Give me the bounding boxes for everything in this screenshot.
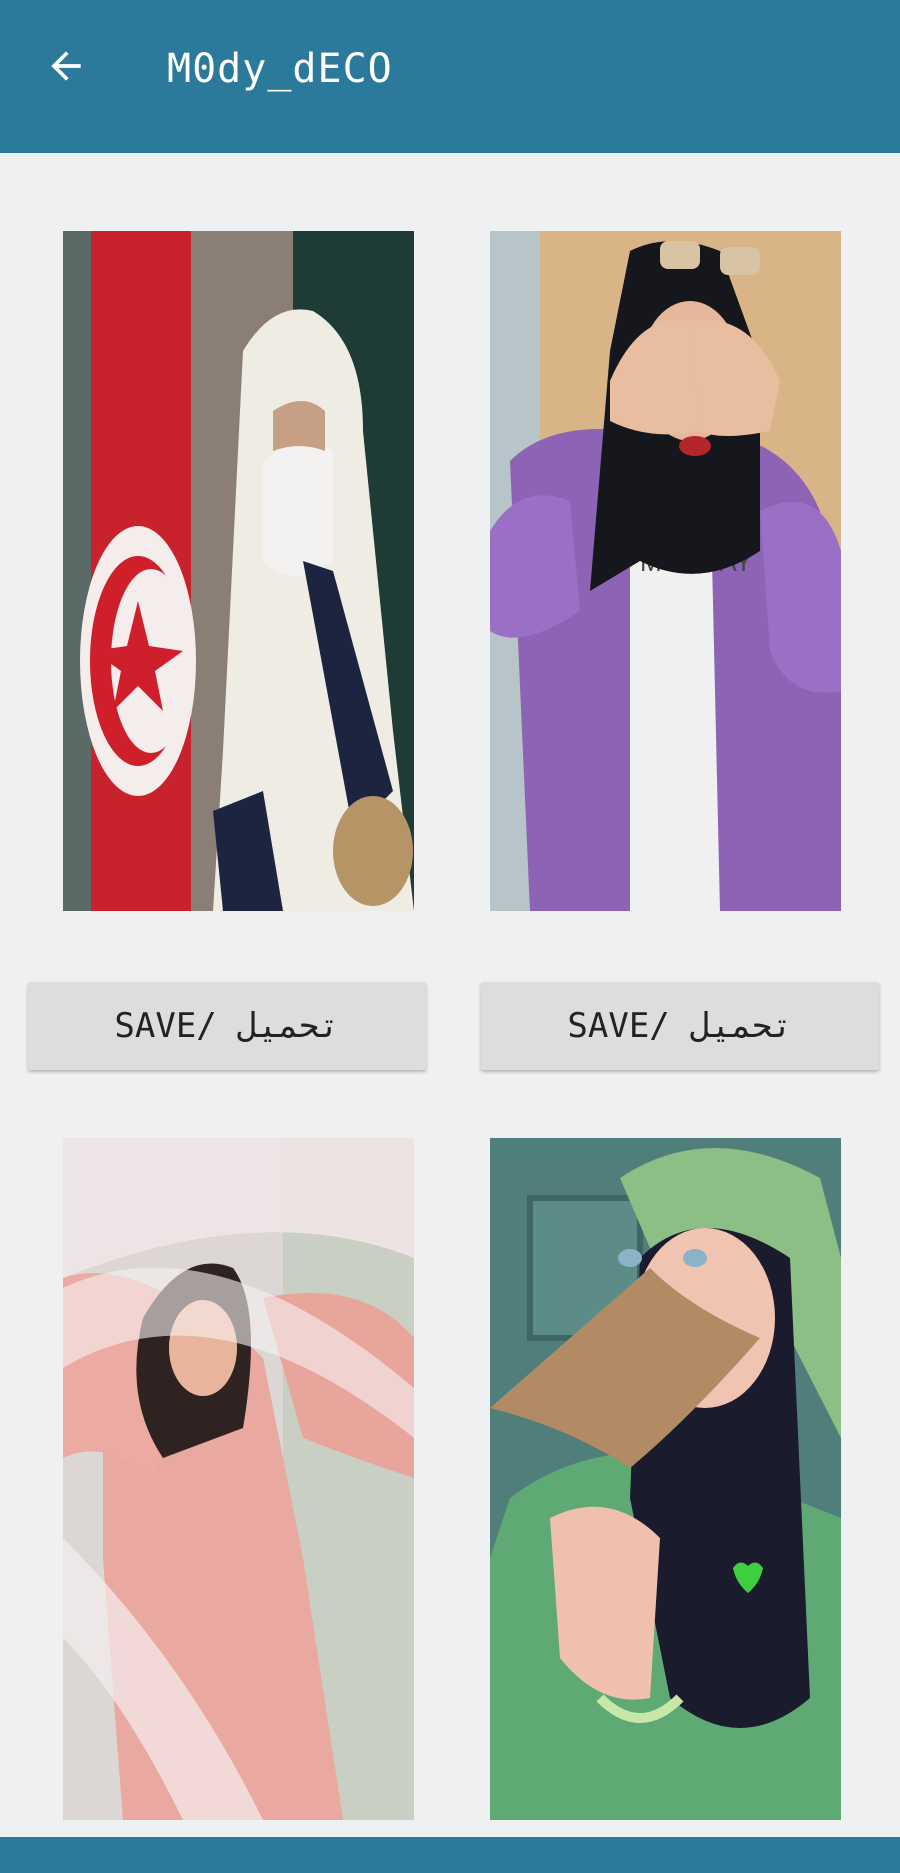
app-bar: M0dy_dECO xyxy=(0,0,900,153)
save-button-2[interactable]: SAVE/ تحميل xyxy=(481,982,879,1070)
save-button-1[interactable]: SAVE/ تحميل xyxy=(28,982,426,1070)
wallpaper-image-1[interactable] xyxy=(63,231,414,911)
bottom-bar xyxy=(0,1837,900,1873)
back-button[interactable] xyxy=(36,36,96,96)
wallpaper-image-3[interactable] xyxy=(63,1138,414,1820)
page-title: M0dy_dECO xyxy=(167,46,393,92)
arrow-left-icon xyxy=(51,51,81,81)
wallpaper-image-4[interactable] xyxy=(490,1138,841,1820)
wallpaper-image-2[interactable]: MONDAY xyxy=(490,231,841,911)
